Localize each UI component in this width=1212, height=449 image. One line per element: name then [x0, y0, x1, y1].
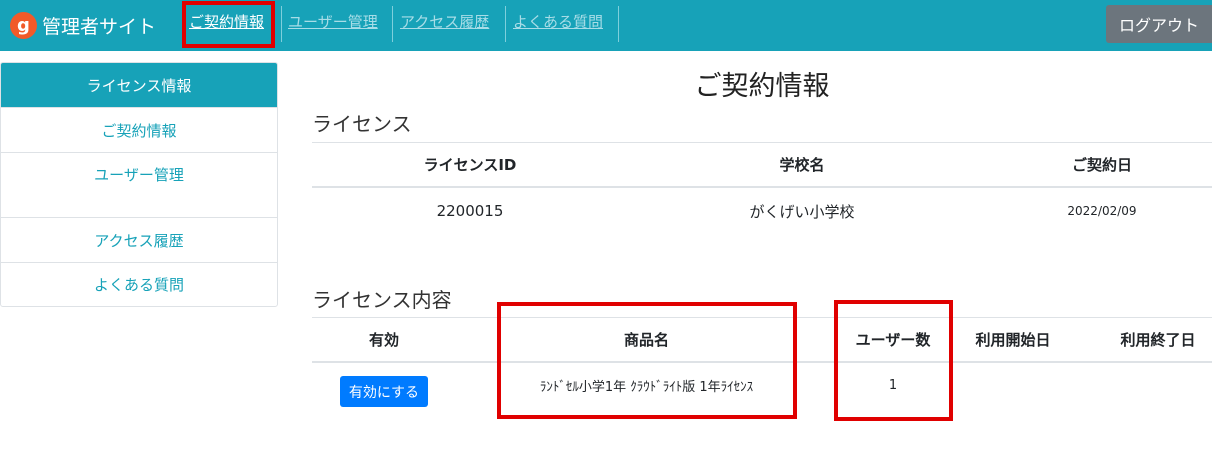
end-date-value	[1095, 364, 1212, 406]
nav-divider	[618, 6, 619, 42]
page-title: ご契約情報	[694, 71, 830, 102]
license-contents-heading: ライセンス内容	[312, 288, 452, 312]
school-name-value: がくげい小学校	[749, 202, 855, 221]
table-header-border	[312, 186, 1212, 188]
nav-link-access-history[interactable]: アクセス履歴	[400, 0, 489, 43]
license-section-heading: ライセンス	[312, 112, 412, 136]
nav-link-faq[interactable]: よくある質問	[513, 0, 603, 43]
sidebar: ライセンス情報 ご契約情報 ユーザー管理 アクセス履歴 よくある質問	[0, 62, 278, 307]
brand-title: 管理者サイト	[42, 15, 157, 38]
brand[interactable]: g 管理者サイト	[10, 8, 156, 42]
logout-button[interactable]: ログアウト	[1106, 5, 1212, 43]
nav-divider	[392, 6, 393, 42]
column-header-end-date: 利用終了日	[1120, 331, 1196, 349]
page: g 管理者サイト ご契約情報 ユーザー管理 アクセス履歴 よくある質問 ログアウ…	[0, 0, 1212, 449]
start-date-value	[950, 364, 1076, 406]
enable-button[interactable]: 有効にする	[340, 376, 428, 407]
nav-divider	[505, 6, 506, 42]
highlight-box-user-count	[834, 300, 953, 421]
sidebar-header: ライセンス情報	[1, 63, 277, 107]
sidebar-item-user-management[interactable]: ユーザー管理	[1, 152, 277, 217]
sidebar-item-contract-info[interactable]: ご契約情報	[1, 107, 277, 152]
sidebar-item-faq[interactable]: よくある質問	[1, 262, 277, 306]
column-header-contract-date: ご契約日	[1071, 156, 1132, 174]
license-id-value: 2200015	[436, 202, 504, 220]
highlight-box-product	[497, 302, 797, 419]
sidebar-item-access-history[interactable]: アクセス履歴	[1, 217, 277, 262]
highlight-box-nav	[182, 1, 275, 48]
brand-logo-icon: g	[10, 11, 37, 39]
nav-divider	[281, 6, 282, 42]
column-header-start-date: 利用開始日	[975, 331, 1051, 349]
column-header-license-id: ライセンスID	[423, 156, 517, 174]
column-header-school-name: 学校名	[779, 156, 825, 174]
nav-link-user-management[interactable]: ユーザー管理	[288, 0, 378, 43]
column-header-enabled: 有効	[368, 331, 399, 349]
contract-date-value: 2022/02/09	[1067, 204, 1137, 218]
